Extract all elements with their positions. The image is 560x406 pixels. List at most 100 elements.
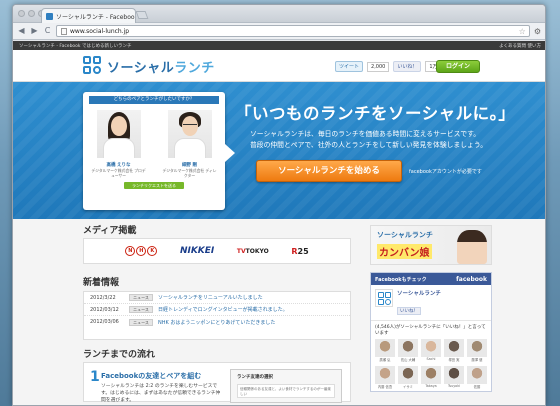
step-screenshot: ランチ友達の選択 信頼関係のある友達と、よい食材でランチするのが一番楽しい xyxy=(230,369,342,403)
avatar-name: Takaya xyxy=(425,384,437,388)
wrench-icon[interactable]: ⚙ xyxy=(534,27,541,36)
avatar xyxy=(398,339,418,357)
avatar xyxy=(444,339,464,357)
person-photo xyxy=(96,110,141,158)
minimize-window-icon[interactable] xyxy=(28,10,35,17)
avatar xyxy=(467,366,487,384)
tweet-count: 2,000 xyxy=(367,61,390,72)
strip-links[interactable]: よくある質問 使い方 xyxy=(499,43,541,49)
bookmark-star-icon[interactable]: ☆ xyxy=(519,27,526,36)
address-bar[interactable]: www.social-lunch.jp ☆ xyxy=(56,25,530,37)
forward-icon[interactable]: ▶ xyxy=(30,26,39,36)
browser-window: ソーシャルランチ - Facebook × ◀ ▶ C www.social-l… xyxy=(12,4,546,406)
avatar-name: 藤澤 健 xyxy=(471,358,483,362)
news-tag: ニュース xyxy=(129,318,153,326)
news-title: 新着情報 xyxy=(83,278,120,288)
kanban-banner[interactable]: ソーシャルランチ カンバン娘 xyxy=(370,225,492,265)
flow-title: ランチまでの流れ xyxy=(83,350,156,360)
fan-avatar[interactable]: 塚田 実 xyxy=(444,339,464,363)
tab-bar: ソーシャルランチ - Facebook × xyxy=(13,5,545,23)
lunch-request-button[interactable]: ランチリクエストを送る xyxy=(124,182,184,189)
favicon-icon xyxy=(46,12,53,20)
list-item[interactable]: 2012/3/22 ニュース ソーシャルランチをリニューアルいたしました xyxy=(84,292,350,304)
list-item[interactable]: 2012/03/12 ニュース 日経トレンディでロングインタビューが掲載されまし… xyxy=(84,304,350,316)
person-role: デジタルマーケ株式会社 プロデューサー xyxy=(91,168,146,178)
person-card[interactable]: 細野 剛 デジタルマーケ株式会社 ディレクター xyxy=(162,110,218,178)
avatar xyxy=(421,366,441,384)
person-photo xyxy=(167,110,212,158)
back-icon[interactable]: ◀ xyxy=(17,26,26,36)
fan-avatar[interactable]: イサミ xyxy=(398,366,418,390)
fan-avatar[interactable]: Sachi xyxy=(421,339,441,363)
strip-tagline: ソーシャルランチ - Facebook ではじめる新しいランチ xyxy=(19,43,132,49)
card-header: どちらのペアとランチがしたいですか？ xyxy=(89,96,219,104)
logo-text: ソーシャルランチ xyxy=(107,60,215,76)
avatar xyxy=(375,366,395,384)
news-tag: ニュース xyxy=(129,294,153,301)
page-logo-icon xyxy=(375,289,393,307)
fan-avatar[interactable]: 佐藤 xyxy=(467,366,487,390)
fan-count: (4,546人)がソーシャルランチに「いいね！」と言っています xyxy=(375,325,486,336)
person-role: デジタルマーケ株式会社 ディレクター xyxy=(162,168,217,178)
reload-icon[interactable]: C xyxy=(43,26,52,36)
media-logos: NHK NIKKEI TVTOKYO R25 xyxy=(83,238,351,264)
avatar-name: 塚田 実 xyxy=(448,358,460,362)
social-buttons: ツイート 2,000 いいね！ 1万 xyxy=(335,61,442,72)
facebook-widget: Facebookもチェック facebook ソーシャルランチ いいね！ (4,… xyxy=(370,272,492,392)
person-card[interactable]: 高橋 えりな デジタルマーケ株式会社 プロデューサー xyxy=(91,110,147,178)
new-tab-button[interactable] xyxy=(135,11,149,19)
avatar-name: Sachi xyxy=(426,357,436,361)
avatar-name: 佐藤 xyxy=(473,385,481,389)
avatar-name: イサミ xyxy=(403,385,413,389)
fan-avatar[interactable]: Tsuyoki xyxy=(444,366,464,390)
web-page: ソーシャルランチ - Facebook ではじめる新しいランチ よくある質問 使… xyxy=(13,41,545,405)
tab-title: ソーシャルランチ - Facebook xyxy=(56,13,136,21)
page-icon xyxy=(61,27,67,35)
close-window-icon[interactable] xyxy=(18,10,25,17)
like-button[interactable]: いいね！ xyxy=(393,61,422,72)
r25-logo: R25 xyxy=(291,246,309,256)
step-title: Facebookの友達とペアを組む xyxy=(101,372,202,380)
fan-faces: 廣瀬 弘 佐山 大輔 Sachi 塚田 実 藤澤 健内藤 信吾 イサミ Takaya Tsuy… xyxy=(371,339,491,390)
avatar xyxy=(467,339,487,357)
fan-avatar[interactable]: 廣瀬 弘 xyxy=(375,339,395,363)
nikkei-logo: NIKKEI xyxy=(179,246,215,256)
browser-toolbar: ◀ ▶ C www.social-lunch.jp ☆ ⚙ xyxy=(13,23,545,40)
site-header: ソーシャルランチ ツイート 2,000 いいね！ 1万 ログイン xyxy=(13,50,545,82)
tweet-button[interactable]: ツイート xyxy=(335,61,364,72)
fan-avatar[interactable]: 佐山 大輔 xyxy=(398,339,418,363)
logo-mark-icon xyxy=(83,56,103,76)
list-item[interactable]: 2012/03/06 ニュース NHK おはようニッポンにとりあげていただきまし… xyxy=(84,316,350,328)
facebook-widget-header: Facebookもチェック facebook xyxy=(371,273,491,285)
url-text: www.social-lunch.jp xyxy=(70,27,130,35)
avatar-name: 廣瀬 弘 xyxy=(379,358,391,362)
avatar-name: Tsuyoki xyxy=(447,384,461,388)
hero-title: 「いつものランチをソーシャルに。」 xyxy=(235,104,516,123)
banner-photo xyxy=(457,230,487,264)
site-logo[interactable]: ソーシャルランチ xyxy=(83,56,215,76)
facebook-like-button[interactable]: いいね！ xyxy=(397,307,421,315)
fan-avatar[interactable]: 藤澤 健 xyxy=(467,339,487,363)
avatar xyxy=(398,366,418,384)
browser-tab[interactable]: ソーシャルランチ - Facebook × xyxy=(41,8,136,23)
page-name[interactable]: ソーシャルランチ xyxy=(397,289,441,297)
facebook-required-note: facebookアカウントが必要です xyxy=(409,169,482,175)
fan-avatar[interactable]: Takaya xyxy=(421,366,441,390)
nhk-logo: NHK xyxy=(125,246,158,256)
avatar-name: 佐山 大輔 xyxy=(400,358,416,362)
avatar xyxy=(375,339,395,357)
media-title: メディア掲載 xyxy=(83,226,137,236)
hero-description: ソーシャルランチは、毎日のランチを価値ある時間に変えるサービスです。 普段の仲間… xyxy=(250,130,488,149)
step-number: 1 xyxy=(90,369,100,385)
flow-step: 1 Facebookの友達とペアを組む ソーシャルランチは 2:2 のランチを楽… xyxy=(83,362,351,403)
login-button[interactable]: ログイン xyxy=(436,60,480,73)
start-button[interactable]: ソーシャルランチを始める xyxy=(256,160,402,182)
avatar xyxy=(421,339,441,357)
main-content: メディア掲載 NHK NIKKEI TVTOKYO R25 新着情報 2012/… xyxy=(13,219,545,403)
fan-avatar[interactable]: 内藤 信吾 xyxy=(375,366,395,390)
hero-section: どちらのペアとランチがしたいですか？ 高橋 えりな デジタルマーケ株式会社 プロ… xyxy=(13,82,545,219)
avatar-name: 内藤 信吾 xyxy=(377,385,393,389)
pair-card: どちらのペアとランチがしたいですか？ 高橋 えりな デジタルマーケ株式会社 プロ… xyxy=(83,92,235,210)
step-description: ソーシャルランチは 2:2 のランチを楽しむサービスです。はじめるには、まずはあ… xyxy=(101,384,221,403)
news-list: 2012/3/22 ニュース ソーシャルランチをリニューアルいたしました 201… xyxy=(83,291,351,340)
